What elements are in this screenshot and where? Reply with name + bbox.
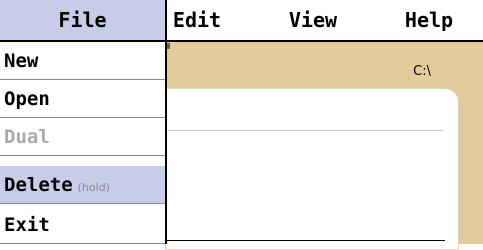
menu-item-exit[interactable]: Exit xyxy=(0,206,165,244)
menu-edit[interactable]: Edit xyxy=(152,0,242,40)
panel-divider xyxy=(165,130,443,131)
panel-bottom-border xyxy=(165,240,445,243)
menu-item-label: Dual xyxy=(4,126,50,148)
menu-item-hint: (hold) xyxy=(77,181,110,194)
menu-item-label: Exit xyxy=(4,214,50,236)
menu-file[interactable]: File xyxy=(0,0,167,40)
menu-help[interactable]: Help xyxy=(384,0,474,40)
menu-view[interactable]: View xyxy=(268,0,358,40)
menu-item-open[interactable]: Open xyxy=(0,80,165,118)
menu-item-delete[interactable]: Delete (hold) xyxy=(0,166,165,204)
content-panel xyxy=(165,88,459,250)
menu-item-label: Delete xyxy=(4,174,73,196)
file-dropdown-menu: New Open Dual Delete (hold) Exit xyxy=(0,42,167,244)
menu-item-dual: Dual xyxy=(0,118,165,156)
menu-item-label: Open xyxy=(4,88,50,110)
current-path-label: C:\ xyxy=(413,64,431,79)
menu-item-new[interactable]: New xyxy=(0,42,165,80)
menu-bar: File Edit View Help xyxy=(0,0,483,42)
menu-item-label: New xyxy=(4,50,39,72)
